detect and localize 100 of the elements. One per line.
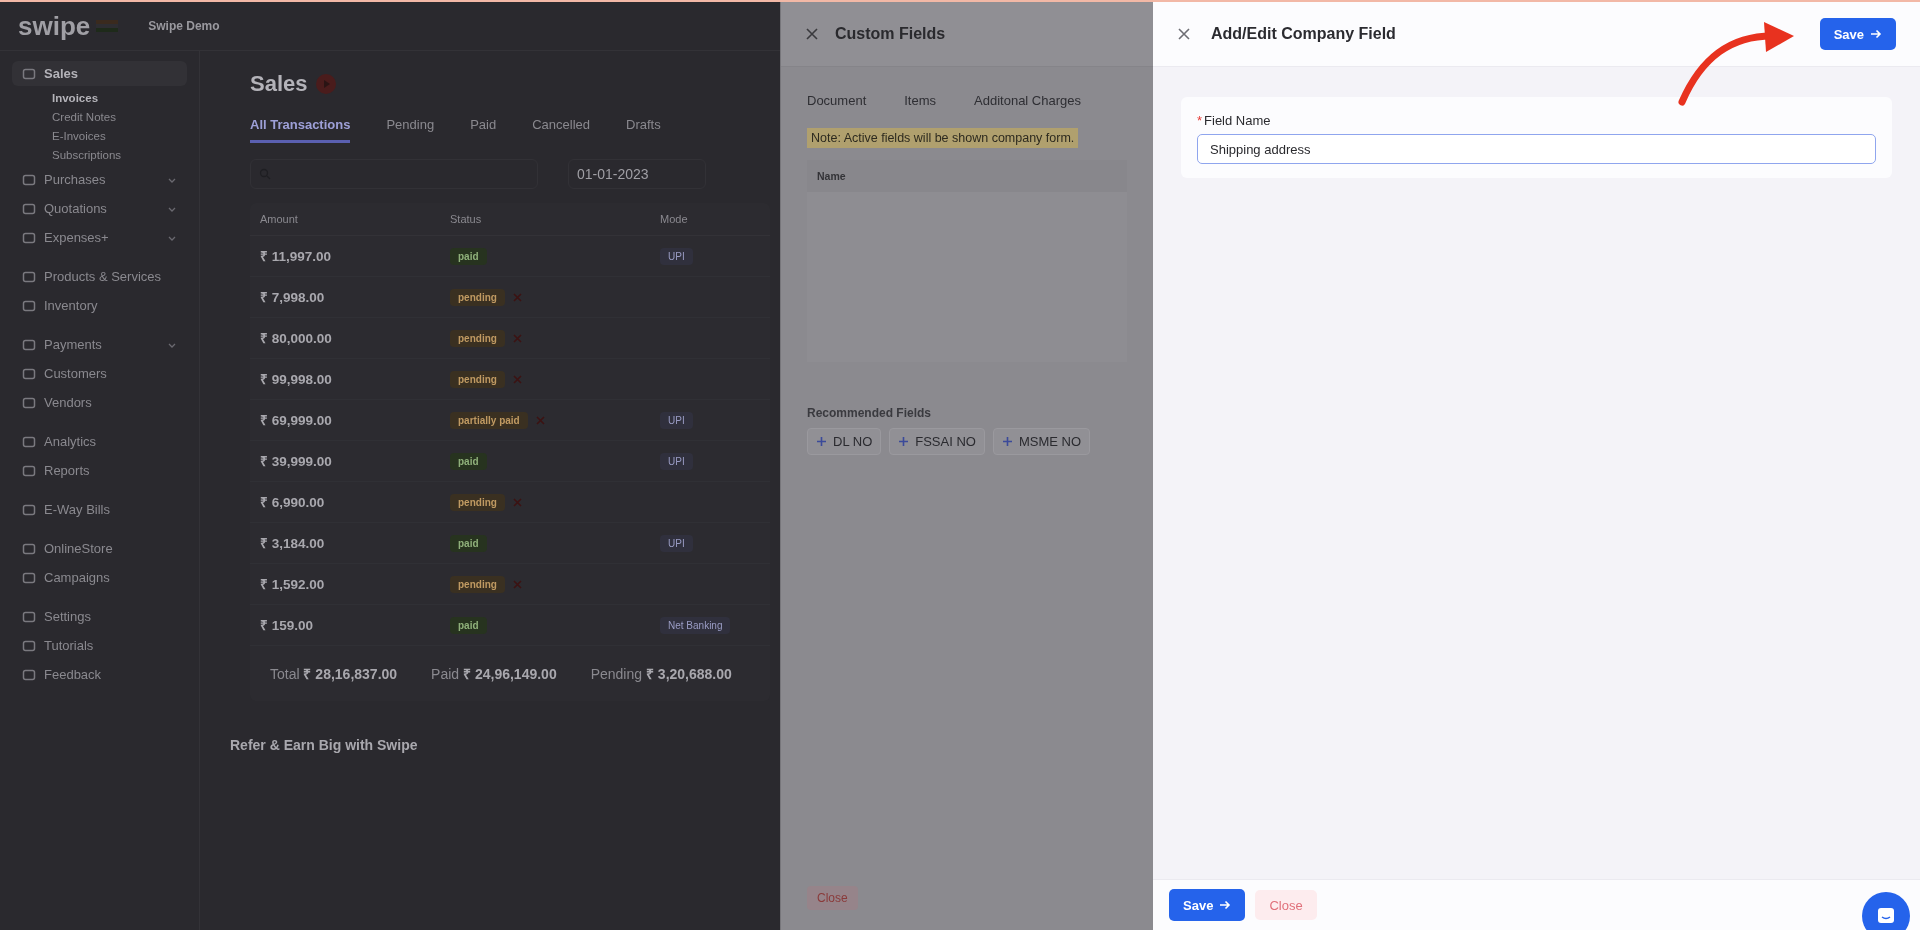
close-button[interactable]: Close (807, 886, 858, 910)
sidebar-item[interactable]: Products & Services (12, 264, 187, 289)
save-button[interactable]: Save (1169, 889, 1246, 921)
square-icon (22, 434, 36, 449)
play-icon[interactable] (315, 74, 336, 94)
status-tag: pending (450, 493, 505, 511)
square-icon (22, 502, 36, 517)
sidebar-item[interactable]: Inventory (12, 293, 187, 318)
amount-cell-text: ₹ 99,998.00 (260, 371, 333, 388)
square-icon (22, 298, 36, 313)
add-field-button[interactable]: FSSAI NO (889, 428, 985, 455)
square-icon (22, 463, 36, 478)
sidebar-subitem[interactable]: Credit Notes (52, 109, 187, 125)
mode-tag: UPI (660, 452, 693, 470)
column-header: Amount (260, 213, 299, 225)
square-icon (22, 230, 36, 245)
plus-icon (898, 436, 910, 447)
date-field[interactable]: 01-01-2023 (568, 159, 706, 189)
square-icon (22, 667, 36, 682)
amount-cell-text: ₹ 1,592.00 (260, 576, 326, 593)
note-text: Note: Active fields will be shown company form. (807, 128, 1079, 148)
amount-cell-text: ₹ 6,990.00 (260, 494, 326, 511)
input-field[interactable]: Shipping address (1197, 134, 1876, 164)
sidebar-item[interactable]: Settings (12, 604, 187, 629)
square-icon (22, 66, 36, 81)
sidebar-item[interactable]: Sales (12, 61, 187, 86)
column-header: Mode (660, 213, 689, 225)
page-title: Sales (250, 71, 308, 97)
sidebar-item[interactable]: Customers (12, 361, 187, 386)
square-icon (22, 366, 36, 381)
sidebar-item[interactable]: Purchases (12, 167, 187, 192)
sidebar-item[interactable]: Quotations (12, 196, 187, 221)
status-tag: pending (450, 288, 505, 306)
panel-title: Add/Edit Company Field (1211, 25, 1397, 43)
company-name: Swipe Demo (148, 19, 220, 33)
sidebar-subitem[interactable]: Subscriptions (52, 147, 187, 163)
amount-cell-text: ₹ 69,999.00 (260, 412, 333, 429)
mode-tag: UPI (660, 411, 693, 429)
amount-cell-text: ₹ 7,998.00 (260, 289, 326, 306)
plus-icon (1001, 436, 1013, 447)
sidebar-subitem[interactable]: E-Invoices (52, 128, 187, 144)
square-icon (22, 609, 36, 624)
sidebar-item[interactable]: Analytics (12, 429, 187, 454)
sidebar-item[interactable]: OnlineStore (12, 536, 187, 561)
status-tag: paid (450, 534, 487, 552)
square-icon (22, 172, 36, 187)
total-summary: Paid ₹ 24,96,149.00 (431, 665, 557, 683)
square-icon (22, 395, 36, 410)
square-icon (22, 570, 36, 585)
tab[interactable]: All Transactions (250, 111, 351, 143)
sidebar-item[interactable]: Vendors (12, 390, 187, 415)
square-icon (22, 269, 36, 284)
close-icon[interactable] (1177, 27, 1191, 41)
tab[interactable]: Items (904, 93, 937, 108)
status-tag: partially paid (450, 411, 528, 429)
tab[interactable]: Cancelled (532, 111, 590, 143)
amount-cell-text: ₹ 3,184.00 (260, 535, 326, 552)
logo: swipe (18, 10, 91, 42)
column-header: Status (450, 213, 483, 225)
tab[interactable]: Document (807, 93, 867, 108)
status-tag: paid (450, 247, 487, 265)
tab[interactable]: Drafts (626, 111, 661, 143)
total-summary: Pending ₹ 3,20,688.00 (590, 665, 732, 683)
square-icon (22, 337, 36, 352)
amount-cell-text: ₹ 11,997.00 (260, 248, 333, 265)
arrow-icon (1219, 899, 1232, 911)
amount-cell-text: ₹ 159.00 (260, 617, 315, 634)
arrow-icon (1870, 28, 1882, 40)
close-icon[interactable] (805, 27, 819, 41)
sidebar-item[interactable]: Feedback (12, 662, 187, 687)
square-icon (22, 541, 36, 556)
amount-cell-text: ₹ 39,999.00 (260, 453, 333, 470)
add-field-button[interactable]: DL NO (807, 428, 882, 455)
status-tag: pending (450, 329, 505, 347)
status-tag: pending (450, 575, 505, 593)
status-tag: paid (450, 616, 487, 634)
tab[interactable]: Additonal Charges (974, 93, 1081, 108)
amount-cell-text: ₹ 80,000.00 (260, 330, 333, 347)
save-button[interactable]: Save (1819, 18, 1896, 50)
total-summary: Total ₹ 28,16,837.00 (270, 665, 398, 683)
field-label: *Field Name (1197, 113, 1272, 128)
add-field-button[interactable]: MSME NO (992, 428, 1091, 455)
sidebar-item[interactable]: Reports (12, 458, 187, 483)
refer-title: Refer & Earn Big with Swipe (230, 737, 419, 753)
square-icon (22, 638, 36, 653)
column-header: Name (817, 170, 846, 182)
sidebar-item[interactable]: Payments (12, 332, 187, 357)
sidebar-item[interactable]: E-Way Bills (12, 497, 187, 522)
mode-tag: UPI (660, 247, 693, 265)
sidebar-item[interactable]: Campaigns (12, 565, 187, 590)
plus-icon (816, 436, 827, 447)
status-tag: pending (450, 370, 505, 388)
sidebar-subitem[interactable]: Invoices (52, 90, 187, 106)
sidebar-item[interactable]: Expenses+ (12, 225, 187, 250)
sidebar-item[interactable]: Tutorials (12, 633, 187, 658)
close-button[interactable]: Close (1255, 890, 1317, 920)
flag-icon (96, 20, 119, 32)
tab[interactable]: Paid (470, 111, 497, 143)
tab[interactable]: Pending (386, 111, 435, 143)
status-tag: paid (450, 452, 487, 470)
